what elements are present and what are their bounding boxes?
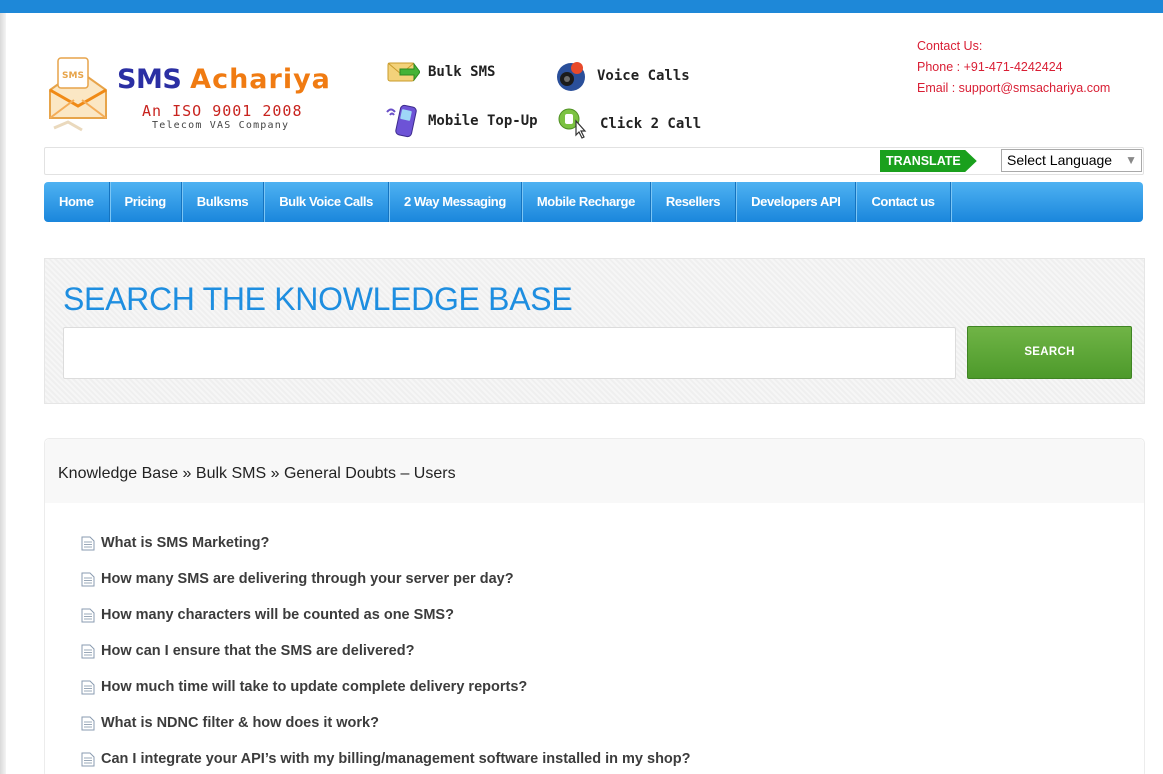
article-link[interactable]: What is SMS Marketing? [81,525,691,561]
breadcrumb-separator: » [178,465,196,482]
nav-contact-us[interactable]: Contact us [856,182,951,222]
nav-developers-api[interactable]: Developers API [736,182,857,222]
article-link[interactable]: What is NDNC filter & how does it work? [81,705,691,741]
speaker-icon [557,62,585,91]
main-navigation: Home Pricing Bulksms Bulk Voice Calls 2 … [44,182,1143,222]
article-title: What is NDNC filter & how does it work? [101,715,379,731]
search-button[interactable]: SEARCH [967,326,1132,379]
translate-bar [44,147,1144,175]
article-link[interactable]: How many SMS are delivering through your… [81,561,691,597]
breadcrumb: Knowledge Base » Bulk SMS » General Doub… [58,465,456,483]
service-label: Click 2 Call [600,116,702,132]
document-icon [81,752,95,766]
logo-iso-text: An ISO 9001 2008 [142,102,303,120]
article-title: How can I ensure that the SMS are delive… [101,643,415,659]
language-select[interactable]: Select Language ▼ [1001,149,1142,172]
nav-home[interactable]: Home [44,182,110,222]
breadcrumb-current: General Doubts – Users [283,465,456,482]
article-link[interactable]: How many characters will be counted as o… [81,597,691,633]
article-link[interactable]: Can I integrate your API’s with my billi… [81,741,691,774]
nav-2-way-messaging[interactable]: 2 Way Messaging [389,182,522,222]
breadcrumb-root[interactable]: Knowledge Base [58,465,178,482]
article-list: What is SMS Marketing? How many SMS are … [81,525,691,774]
nav-pricing[interactable]: Pricing [110,182,182,222]
service-voice-calls[interactable]: Voice Calls [553,59,690,93]
logo-tagline: Telecom VAS Company [152,120,290,131]
site-logo[interactable]: SMS SMS Achariya An ISO 9001 2008 Teleco… [44,48,364,140]
contact-heading: Contact Us: [917,39,983,53]
contact-phone[interactable]: Phone : +91-471-4242424 [917,57,1110,78]
article-title: What is SMS Marketing? [101,535,270,551]
article-title: How many SMS are delivering through your… [101,571,514,587]
contact-email[interactable]: Email : support@smsachariya.com [917,78,1110,99]
search-input[interactable] [63,327,956,379]
breadcrumb-separator: » [266,465,284,482]
language-select-value: Select Language [1007,152,1113,168]
left-border [0,13,6,774]
envelope-arrow-icon [387,62,420,82]
nav-bulksms[interactable]: Bulksms [182,182,265,222]
article-link[interactable]: How can I ensure that the SMS are delive… [81,633,691,669]
nav-resellers[interactable]: Resellers [651,182,737,222]
service-label: Bulk SMS [428,64,496,80]
translate-label: TRANSLATE [880,150,977,172]
article-title: Can I integrate your API’s with my billi… [101,751,691,767]
envelope-logo-icon: SMS [49,57,107,132]
search-panel: SEARCH THE KNOWLEDGE BASE SEARCH [44,258,1145,404]
document-icon [81,680,95,694]
document-icon [81,716,95,730]
search-title: SEARCH THE KNOWLEDGE BASE [63,281,573,317]
breadcrumb-section[interactable]: Bulk SMS [196,465,266,482]
top-accent-bar [0,0,1163,13]
article-link[interactable]: How much time will take to update comple… [81,669,691,705]
mobile-phone-icon [386,104,417,138]
document-icon [81,608,95,622]
article-title: How many characters will be counted as o… [101,607,454,623]
document-icon [81,572,95,586]
svg-text:SMS: SMS [62,71,84,81]
logo-brand: SMS Achariya [117,64,331,95]
click-call-icon [558,108,587,139]
document-icon [81,644,95,658]
nav-mobile-recharge[interactable]: Mobile Recharge [522,182,651,222]
service-mobile-topup[interactable]: Mobile Top-Up [384,104,538,138]
dropdown-arrow-icon: ▼ [1125,153,1137,167]
article-title: How much time will take to update comple… [101,679,528,695]
service-label: Mobile Top-Up [428,113,538,129]
service-click-2-call[interactable]: Click 2 Call [556,107,701,141]
service-bulk-sms[interactable]: Bulk SMS [384,55,495,89]
knowledge-base-panel: Knowledge Base » Bulk SMS » General Doub… [44,438,1145,774]
document-icon [81,536,95,550]
service-label: Voice Calls [597,68,690,84]
nav-bulk-voice-calls[interactable]: Bulk Voice Calls [264,182,389,222]
contact-info: Contact Us: Phone : +91-471-4242424 Emai… [917,36,1110,99]
